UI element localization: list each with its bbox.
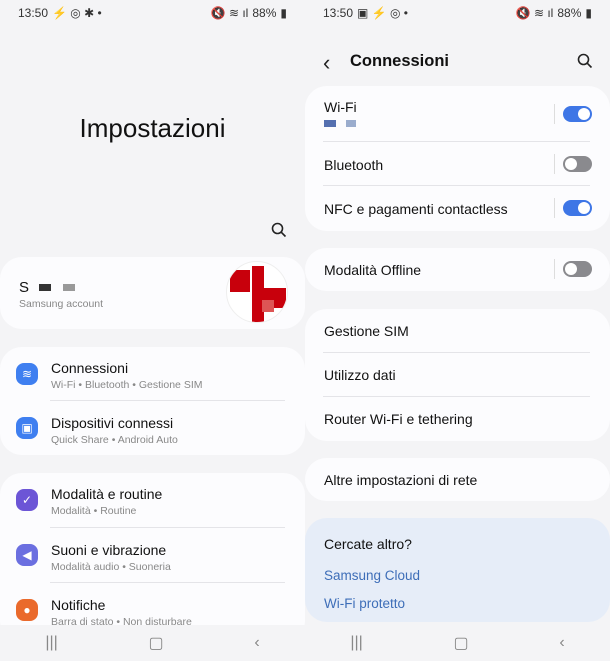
bluetooth-label: Bluetooth bbox=[324, 157, 384, 173]
home-button[interactable]: ▢ bbox=[149, 633, 164, 653]
nfc-label: NFC e pagamenti contactless bbox=[324, 201, 508, 217]
connections-screen: 13:50 ▣ ⚡ ◎ • 🔇 ≋ ıl 88% ▮ ‹ Connessioni Wi… bbox=[305, 0, 610, 661]
altre-impostazioni-item[interactable]: Altre impostazioni di rete bbox=[305, 458, 610, 501]
wifi-icon: ≋ bbox=[16, 363, 38, 385]
navigation-bar: ||| ▢ ‹ bbox=[305, 625, 610, 661]
navigation-bar: ||| ▢ ‹ bbox=[0, 625, 305, 661]
status-bar: 13:50 ⚡ ◎ ✱ • 🔇 ≋ ıl 88% ▮ bbox=[18, 6, 287, 20]
account-name: S bbox=[19, 279, 30, 296]
offline-label: Modalità Offline bbox=[324, 262, 422, 278]
nfc-row[interactable]: NFC e pagamenti contactless bbox=[305, 186, 610, 231]
settings-group-2: ✓ Modalità e routine Modalità • Routine ◀… bbox=[0, 473, 305, 643]
samsung-cloud-link[interactable]: Samsung Cloud bbox=[324, 568, 420, 583]
toggles-card: Wi-Fi Bluetooth NFC e pagamenti contactl… bbox=[305, 86, 610, 231]
gestione-sim-item[interactable]: Gestione SIM bbox=[305, 309, 610, 353]
offline-card[interactable]: Modalità Offline bbox=[305, 248, 610, 291]
item-subtitle: Modalità • Routine bbox=[51, 505, 137, 517]
avatar[interactable] bbox=[226, 261, 288, 323]
status-time: 13:50 bbox=[323, 6, 354, 20]
item-label: Altre impostazioni di rete bbox=[324, 472, 478, 488]
back-button[interactable]: ‹ bbox=[254, 634, 259, 652]
item-label: Gestione SIM bbox=[324, 323, 409, 339]
status-bar: 13:50 ▣ ⚡ ◎ • 🔇 ≋ ıl 88% ▮ bbox=[323, 6, 592, 20]
battery-icon: ▮ bbox=[585, 6, 592, 20]
recent-apps-button[interactable]: ||| bbox=[45, 634, 57, 652]
notification-icon: ● bbox=[16, 599, 38, 621]
item-title: Modalità e routine bbox=[51, 486, 163, 502]
item-title: Suoni e vibrazione bbox=[51, 542, 167, 558]
samsung-account-card[interactable]: S Samsung account bbox=[0, 257, 305, 329]
signal-icons: 🔇 ≋ ıl bbox=[210, 6, 249, 20]
settings-item-modalita-routine[interactable]: ✓ Modalità e routine Modalità • Routine bbox=[0, 473, 305, 528]
bluetooth-toggle[interactable] bbox=[563, 156, 592, 172]
battery-level: 88% bbox=[557, 6, 582, 20]
search-icon[interactable] bbox=[577, 53, 593, 69]
item-title: Connessioni bbox=[51, 360, 129, 376]
router-tethering-item[interactable]: Router Wi-Fi e tethering bbox=[305, 397, 610, 441]
settings-group-1: ≋ Connessioni Wi-Fi • Bluetooth • Gestion… bbox=[0, 347, 305, 455]
suggestions-card: Cercate altro? Samsung Cloud Wi-Fi prote… bbox=[305, 518, 610, 622]
utilizzo-dati-item[interactable]: Utilizzo dati bbox=[305, 353, 610, 397]
wifi-toggle[interactable] bbox=[563, 106, 592, 122]
home-button[interactable]: ▢ bbox=[454, 633, 469, 653]
wifi-row[interactable]: Wi-Fi bbox=[305, 86, 610, 142]
settings-item-suoni-vibrazione[interactable]: ◀ Suoni e vibrazione Modalità audio • Suo… bbox=[0, 528, 305, 583]
account-subtitle: Samsung account bbox=[19, 298, 104, 310]
status-time: 13:50 bbox=[18, 6, 49, 20]
wifi-label: Wi-Fi bbox=[324, 99, 357, 115]
redacted-network-name bbox=[324, 120, 356, 127]
battery-level: 88% bbox=[252, 6, 277, 20]
sim-card-group: Gestione SIM Utilizzo dati Router Wi-Fi … bbox=[305, 309, 610, 441]
suggestions-title: Cercate altro? bbox=[324, 536, 412, 552]
separator bbox=[554, 104, 555, 124]
speaker-icon: ◀ bbox=[16, 544, 38, 566]
item-title: Notifiche bbox=[51, 597, 106, 613]
item-subtitle: Modalità audio • Suoneria bbox=[51, 561, 171, 573]
redacted-name bbox=[39, 284, 76, 291]
nfc-toggle[interactable] bbox=[563, 200, 592, 216]
notification-icons: ▣ ⚡ ◎ • bbox=[357, 6, 408, 20]
back-arrow-icon[interactable]: ‹ bbox=[323, 50, 330, 76]
signal-icons: 🔇 ≋ ıl bbox=[515, 6, 554, 20]
battery-icon: ▮ bbox=[280, 6, 287, 20]
search-icon[interactable] bbox=[271, 222, 287, 238]
item-label: Utilizzo dati bbox=[324, 367, 396, 383]
item-subtitle: Wi-Fi • Bluetooth • Gestione SIM bbox=[51, 379, 203, 391]
devices-icon: ▣ bbox=[16, 417, 38, 439]
check-circle-icon: ✓ bbox=[16, 489, 38, 511]
settings-screen: 13:50 ⚡ ◎ ✱ • 🔇 ≋ ıl 88% ▮ Impostazioni S S… bbox=[0, 0, 305, 661]
wifi-protetto-link[interactable]: Wi-Fi protetto bbox=[324, 596, 405, 611]
notification-icons: ⚡ ◎ ✱ • bbox=[52, 6, 102, 20]
offline-toggle[interactable] bbox=[563, 261, 592, 277]
item-title: Dispositivi connessi bbox=[51, 415, 174, 431]
settings-item-connessioni[interactable]: ≋ Connessioni Wi-Fi • Bluetooth • Gestion… bbox=[0, 347, 305, 401]
back-button[interactable]: ‹ bbox=[559, 634, 564, 652]
page-title: Impostazioni bbox=[79, 113, 226, 143]
bluetooth-row[interactable]: Bluetooth bbox=[305, 142, 610, 186]
page-title: Connessioni bbox=[350, 52, 450, 70]
separator bbox=[554, 154, 555, 174]
separator bbox=[554, 198, 555, 218]
settings-item-dispositivi-connessi[interactable]: ▣ Dispositivi connessi Quick Share • Andr… bbox=[0, 401, 305, 455]
item-subtitle: Quick Share • Android Auto bbox=[51, 434, 178, 446]
separator bbox=[554, 259, 555, 279]
recent-apps-button[interactable]: ||| bbox=[350, 634, 362, 652]
item-label: Router Wi-Fi e tethering bbox=[324, 411, 473, 427]
